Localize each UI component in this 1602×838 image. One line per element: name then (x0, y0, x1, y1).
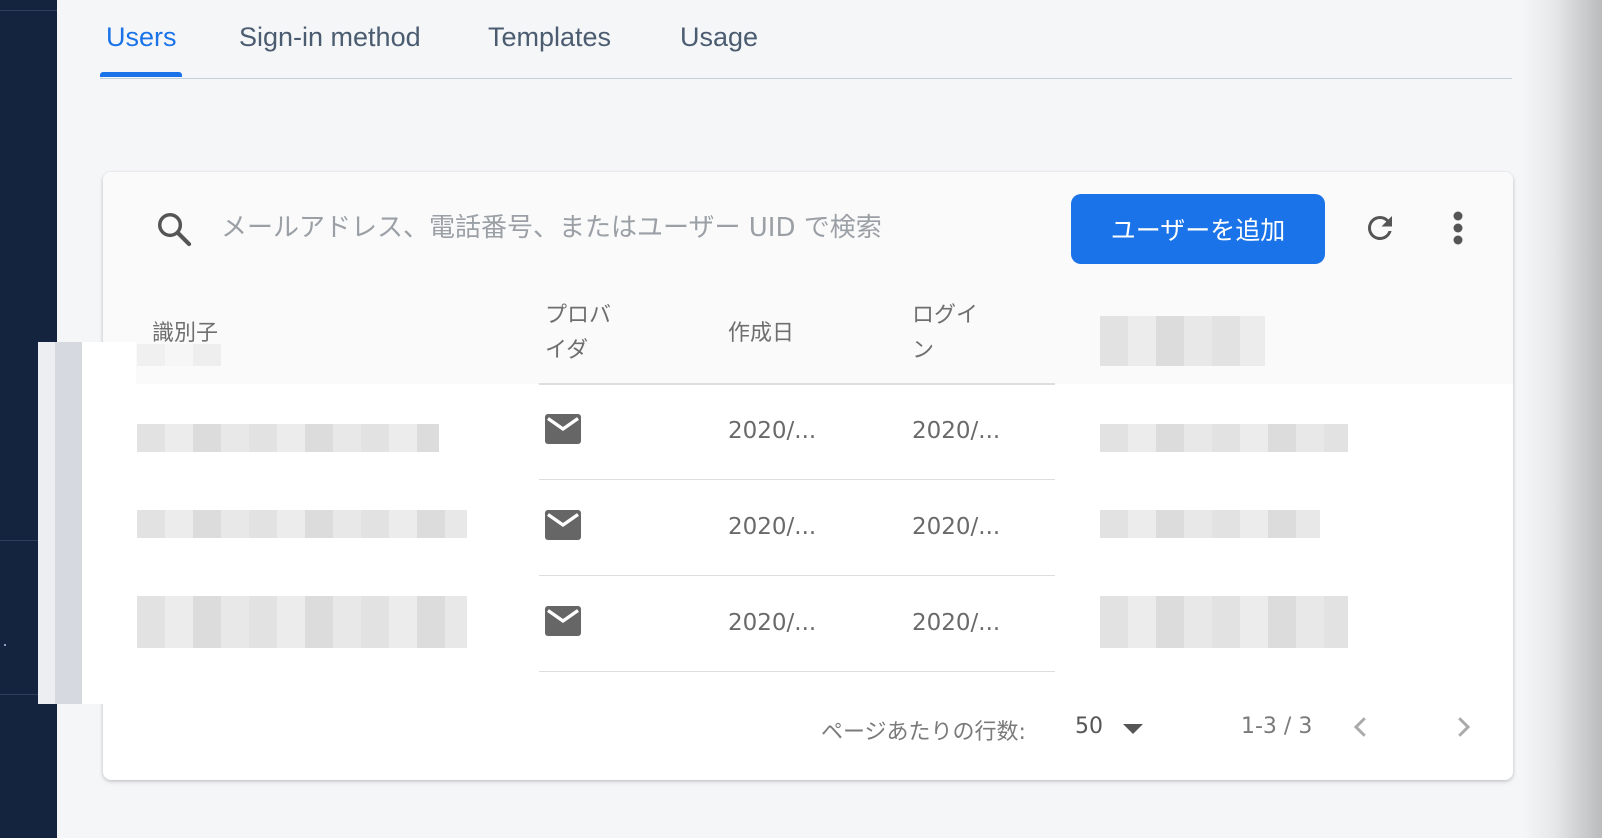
rows-per-page-select[interactable]: 50 (1075, 710, 1153, 746)
created-date: 2020/... (728, 610, 817, 636)
tab-sign-in-method[interactable]: Sign-in method (239, 22, 421, 53)
column-header-login-line: ン (912, 338, 935, 363)
redacted-cell (1100, 510, 1320, 538)
column-header-provider-line: プロバ (545, 303, 612, 328)
rows-per-page-label: ページあたりの行数: (821, 720, 1026, 745)
active-tab-indicator (100, 72, 182, 77)
refresh-button[interactable] (1358, 206, 1402, 250)
row-divider (539, 671, 1055, 672)
more-options-button[interactable] (1436, 206, 1480, 250)
mail-icon (545, 606, 581, 636)
created-date: 2020/... (728, 514, 817, 540)
redacted-cell (1100, 596, 1348, 648)
column-header-provider-line: イダ (545, 338, 589, 363)
users-card: ユーザーを追加 識別子 プロバ イダ 作成日 ログイ ン 2020/... 20… (103, 172, 1513, 780)
tab-usage[interactable]: Usage (680, 22, 758, 53)
tab-users[interactable]: Users (106, 22, 177, 53)
chevron-right-icon[interactable] (1448, 712, 1478, 742)
login-date: 2020/... (912, 514, 1001, 540)
login-date: 2020/... (912, 610, 1001, 636)
tab-templates[interactable]: Templates (488, 22, 611, 53)
column-header-login-line: ログイ (912, 303, 979, 328)
redacted-overlay (82, 342, 136, 704)
sidebar-divider (0, 10, 57, 11)
panel-shadow (1522, 0, 1602, 838)
header-divider (539, 383, 1055, 385)
tab-bar: Users Sign-in method Templates Usage (100, 0, 1512, 79)
column-header-login[interactable]: ログイ ン (912, 298, 978, 368)
row-divider (539, 479, 1055, 480)
redacted-column-header (1100, 316, 1265, 366)
add-user-button[interactable]: ユーザーを追加 (1071, 194, 1325, 264)
search-input[interactable] (221, 206, 1041, 250)
mail-icon (545, 510, 581, 540)
refresh-icon (1367, 215, 1392, 240)
chevron-left-icon[interactable] (1346, 712, 1376, 742)
dropdown-arrow-icon (1123, 724, 1143, 734)
redacted-identifier (137, 510, 467, 538)
login-date: 2020/... (912, 418, 1001, 444)
search-icon (158, 213, 192, 247)
redacted-text (137, 344, 221, 366)
rows-per-page-value: 50 (1075, 714, 1103, 739)
mail-icon (545, 414, 581, 444)
redacted-cell (1100, 424, 1348, 452)
row-divider (539, 575, 1055, 576)
column-header-provider[interactable]: プロバ イダ (545, 298, 611, 368)
sidebar-dot (4, 644, 6, 646)
redacted-identifier (137, 596, 467, 648)
more-vert-icon (1453, 211, 1463, 245)
redacted-identifier (137, 424, 439, 452)
pagination-range: 1-3 / 3 (1241, 714, 1313, 739)
redacted-overlay (38, 342, 82, 704)
column-header-created[interactable]: 作成日 (728, 316, 794, 351)
created-date: 2020/... (728, 418, 817, 444)
